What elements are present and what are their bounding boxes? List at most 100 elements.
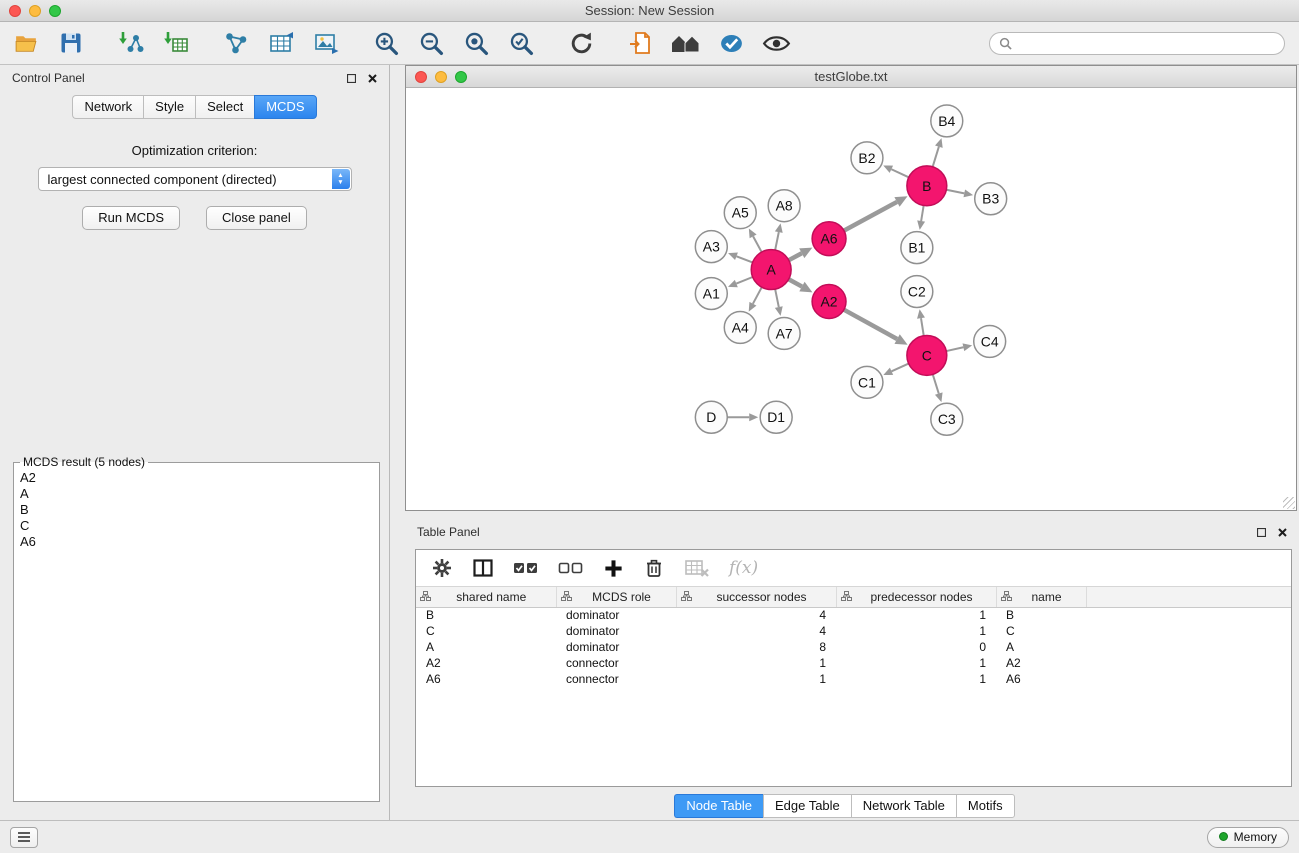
network-node[interactable]: B4	[931, 105, 963, 137]
network-node[interactable]: D1	[760, 401, 792, 433]
add-row-button[interactable]	[603, 558, 624, 579]
network-edge[interactable]	[921, 205, 924, 221]
tab-network[interactable]: Network	[72, 95, 143, 119]
table-cell[interactable]: 4	[676, 623, 836, 639]
table-cell[interactable]: B	[996, 607, 1086, 623]
network-edge[interactable]	[789, 279, 802, 286]
network-node[interactable]: A1	[695, 278, 727, 310]
table-cell[interactable]: 1	[676, 671, 836, 687]
tab-node-table[interactable]: Node Table	[674, 794, 763, 818]
tab-edge-table[interactable]: Edge Table	[763, 794, 851, 818]
mcds-result-item[interactable]: B	[20, 502, 373, 518]
function-builder-button[interactable]: f(x)	[729, 558, 758, 578]
search-input[interactable]	[1017, 35, 1275, 51]
table-cell[interactable]: 4	[676, 607, 836, 623]
network-node[interactable]: A4	[724, 311, 756, 343]
mcds-result-item[interactable]: A6	[20, 534, 373, 550]
table-settings-button[interactable]	[431, 557, 453, 579]
network-node[interactable]: A	[751, 250, 791, 290]
tab-style[interactable]: Style	[143, 95, 195, 119]
network-edge[interactable]	[892, 364, 909, 372]
column-header[interactable]: shared name	[416, 587, 556, 607]
table-cell[interactable]: A6	[996, 671, 1086, 687]
column-header[interactable]: name	[996, 587, 1086, 607]
table-cell[interactable]: A	[996, 639, 1086, 655]
mcds-result-item[interactable]: C	[20, 518, 373, 534]
table-cell[interactable]: 1	[836, 655, 996, 671]
table-cell[interactable]: 0	[836, 639, 996, 655]
network-node[interactable]: B3	[975, 183, 1007, 215]
network-edge[interactable]	[946, 190, 964, 194]
home-button[interactable]	[670, 27, 702, 59]
network-close-button[interactable]	[415, 71, 427, 83]
table-cell[interactable]: A2	[416, 655, 556, 671]
network-node[interactable]: B	[907, 166, 947, 206]
network-edge[interactable]	[775, 232, 779, 250]
table-cell[interactable]: 1	[836, 623, 996, 639]
table-cell[interactable]: C	[416, 623, 556, 639]
task-history-button[interactable]	[10, 827, 38, 848]
network-node[interactable]: C1	[851, 366, 883, 398]
document-exchange-button[interactable]	[625, 27, 657, 59]
tab-mcds[interactable]: MCDS	[254, 95, 316, 119]
network-node[interactable]: C2	[901, 276, 933, 308]
close-panel-button[interactable]: Close panel	[206, 206, 307, 230]
close-panel-icon[interactable]	[368, 74, 377, 83]
table-cell[interactable]: connector	[556, 655, 676, 671]
table-row[interactable]: Bdominator41B	[416, 607, 1291, 623]
table-cell[interactable]: dominator	[556, 623, 676, 639]
table-cell[interactable]: A	[416, 639, 556, 655]
network-edge[interactable]	[946, 347, 963, 351]
open-file-button[interactable]	[10, 27, 42, 59]
minimize-window-button[interactable]	[29, 5, 41, 17]
float-table-panel-icon[interactable]	[1257, 528, 1266, 537]
close-window-button[interactable]	[9, 5, 21, 17]
run-mcds-button[interactable]: Run MCDS	[82, 206, 180, 230]
network-canvas[interactable]: B4B2BB3A5A8A6B1A3AC2A1A2A4A7C4CC1C3DD1	[406, 88, 1296, 510]
table-cell[interactable]: A2	[996, 655, 1086, 671]
tab-select[interactable]: Select	[195, 95, 254, 119]
network-edge[interactable]	[753, 287, 762, 304]
network-edge[interactable]	[775, 289, 779, 307]
select-all-button[interactable]	[513, 558, 539, 578]
show-details-button[interactable]	[760, 27, 792, 59]
delete-row-button[interactable]	[643, 557, 665, 579]
table-cell[interactable]: A6	[416, 671, 556, 687]
table-cell[interactable]: 1	[836, 671, 996, 687]
network-node[interactable]: B2	[851, 142, 883, 174]
mcds-result-item[interactable]: A2	[20, 470, 373, 486]
network-node[interactable]: A5	[724, 197, 756, 229]
import-network-button[interactable]	[115, 27, 147, 59]
network-node[interactable]: C	[907, 335, 947, 375]
export-image-button[interactable]	[310, 27, 342, 59]
network-node[interactable]: A3	[695, 231, 727, 263]
close-table-panel-icon[interactable]	[1278, 528, 1287, 537]
network-node[interactable]: D	[695, 401, 727, 433]
network-edge[interactable]	[844, 310, 897, 339]
table-row[interactable]: A2connector11A2	[416, 655, 1291, 671]
table-cell[interactable]: 1	[836, 607, 996, 623]
zoom-fit-button[interactable]	[460, 27, 492, 59]
table-row[interactable]: Adominator80A	[416, 639, 1291, 655]
check-badge-button[interactable]	[715, 27, 747, 59]
destroy-table-button[interactable]	[684, 557, 710, 579]
resize-grip[interactable]	[1283, 497, 1295, 509]
network-edge[interactable]	[736, 256, 752, 262]
table-cell[interactable]: 8	[676, 639, 836, 655]
tab-network-table[interactable]: Network Table	[851, 794, 956, 818]
network-maximize-button[interactable]	[455, 71, 467, 83]
show-columns-button[interactable]	[472, 557, 494, 579]
network-edge[interactable]	[921, 318, 924, 336]
fullscreen-window-button[interactable]	[49, 5, 61, 17]
network-edge[interactable]	[736, 277, 752, 284]
network-node[interactable]: A8	[768, 190, 800, 222]
memory-button[interactable]: Memory	[1207, 827, 1289, 848]
table-cell[interactable]: dominator	[556, 639, 676, 655]
table-cell[interactable]: B	[416, 607, 556, 623]
zoom-selected-button[interactable]	[505, 27, 537, 59]
network-minimize-button[interactable]	[435, 71, 447, 83]
import-table-button[interactable]	[160, 27, 192, 59]
network-edge[interactable]	[753, 236, 762, 252]
network-edge[interactable]	[933, 374, 939, 393]
network-node[interactable]: C4	[974, 325, 1006, 357]
